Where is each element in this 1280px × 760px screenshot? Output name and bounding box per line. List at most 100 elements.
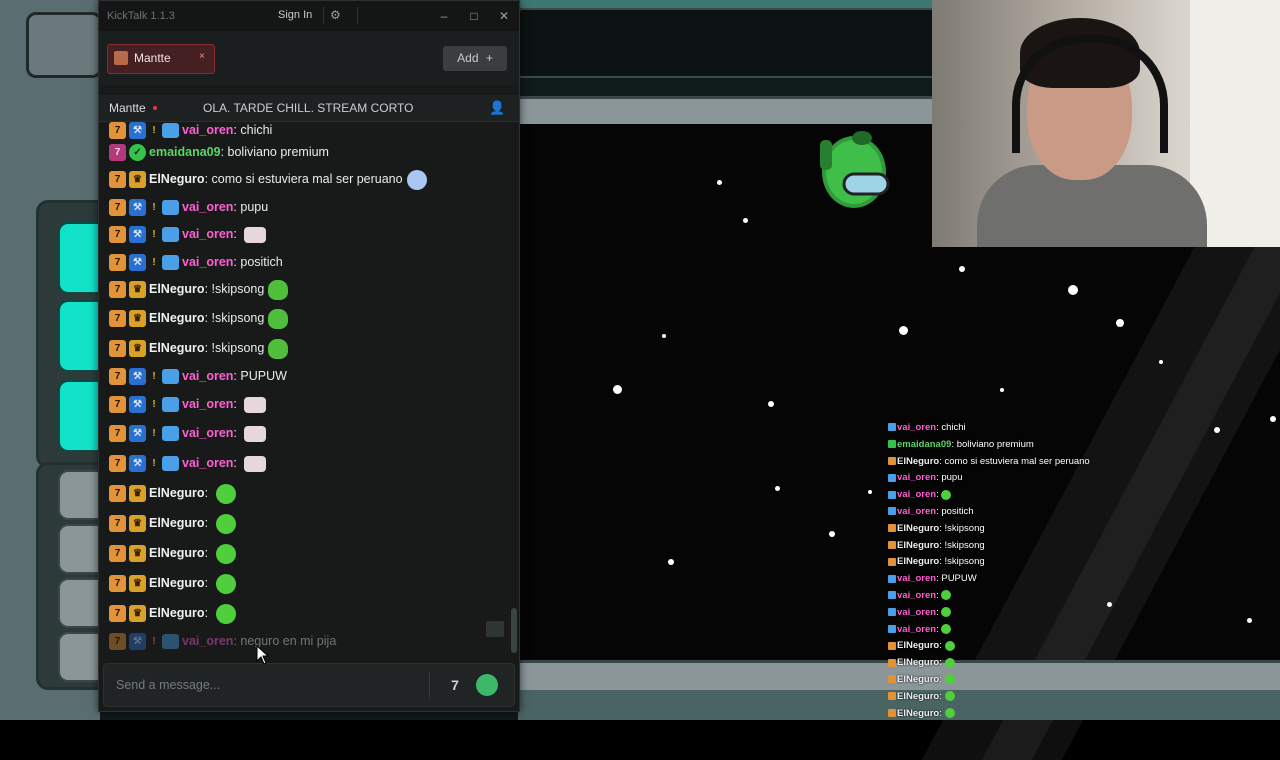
emote-icon[interactable] bbox=[215, 483, 236, 504]
emote-icon[interactable] bbox=[215, 513, 236, 534]
user-list-icon[interactable]: 👤 bbox=[489, 100, 505, 116]
channel-name[interactable]: Mantte bbox=[109, 101, 146, 115]
star bbox=[1068, 285, 1078, 295]
chat-message[interactable]: 7 ⚒! vai_oren: pupu bbox=[109, 197, 268, 217]
chat-username[interactable]: vai_oren bbox=[182, 634, 233, 648]
emote-picker-icon[interactable] bbox=[476, 674, 498, 696]
chat-username[interactable]: ElNeguro bbox=[149, 172, 205, 186]
chat-message[interactable]: 7 ♛ ElNeguro: como si estuviera mal ser pe… bbox=[109, 169, 427, 190]
chat-message[interactable]: 7 ♛ ElNeguro: !skipsong bbox=[109, 338, 289, 359]
chat-message[interactable]: 7 ⚒! vai_oren: chichi bbox=[109, 121, 272, 140]
chat-username[interactable]: ElNeguro bbox=[149, 486, 205, 500]
emote-icon[interactable] bbox=[268, 308, 289, 329]
overlay-badge-icon bbox=[888, 625, 896, 634]
divider bbox=[429, 672, 430, 698]
tab-mantte[interactable]: Mantte × bbox=[107, 44, 215, 74]
chat-username[interactable]: vai_oren bbox=[182, 227, 233, 241]
maximize-button[interactable]: □ bbox=[464, 7, 484, 25]
chat-username[interactable]: vai_oren bbox=[182, 123, 233, 137]
verified-badge-icon: ✓ bbox=[129, 144, 146, 162]
gear-icon[interactable]: ⚙ bbox=[330, 8, 341, 22]
overlay-badge-icon bbox=[888, 709, 896, 718]
overlay-chat-line: vai_oren: PUPUW bbox=[888, 571, 1188, 588]
chat-message[interactable]: 7 ⚒! vai_oren: neguro en mi pija bbox=[109, 631, 336, 651]
emote-icon[interactable] bbox=[268, 279, 289, 300]
chat-username[interactable]: ElNeguro bbox=[149, 311, 205, 325]
emote-icon[interactable] bbox=[244, 226, 267, 243]
emote-icon[interactable] bbox=[268, 338, 289, 359]
overlay-badge-icon bbox=[888, 457, 896, 466]
overlay-badge-icon bbox=[888, 423, 896, 432]
plus-icon: + bbox=[485, 51, 493, 65]
chat-message[interactable]: 7 ✓ emaidana09: boliviano premium bbox=[109, 142, 329, 162]
sub-badge-icon bbox=[162, 426, 179, 442]
overlay-badge-icon bbox=[888, 440, 896, 449]
sub-badge-icon: 7 bbox=[109, 144, 126, 162]
add-channel-button[interactable]: Add + bbox=[443, 46, 507, 71]
chat-username[interactable]: vai_oren bbox=[182, 397, 233, 411]
overlay-chat-line: ElNeguro: bbox=[888, 638, 1188, 655]
chat-username[interactable]: ElNeguro bbox=[149, 282, 205, 296]
chat-message[interactable]: 7 ♛ ElNeguro: bbox=[109, 483, 236, 504]
kick-badge-icon: 7 bbox=[109, 515, 126, 533]
overlay-chat-line: ElNeguro: !skipsong bbox=[888, 521, 1188, 538]
chat-message-list[interactable]: 7 ⚒! vai_oren: chichi 7 ✓ emaidana09: bolivia… bbox=[99, 121, 511, 655]
emote-icon[interactable] bbox=[244, 425, 267, 442]
chat-message[interactable]: 7 ♛ ElNeguro: bbox=[109, 603, 236, 624]
chat-message[interactable]: 7 ⚒! vai_oren: bbox=[109, 394, 267, 414]
title-bar[interactable]: KickTalk 1.1.3 Sign In ⚙ – □ ✕ bbox=[99, 1, 519, 31]
overlay-username: vai_oren bbox=[897, 505, 937, 517]
emote-icon[interactable] bbox=[244, 396, 267, 413]
emote-icon[interactable] bbox=[215, 573, 236, 594]
chat-message[interactable]: 7 ♛ ElNeguro: bbox=[109, 513, 236, 534]
chat-username[interactable]: vai_oren bbox=[182, 200, 233, 214]
kick-badge-icon: 7 bbox=[109, 310, 126, 328]
chat-message[interactable]: 7 ♛ ElNeguro: bbox=[109, 573, 236, 594]
chat-message[interactable]: 7 ⚒! vai_oren: bbox=[109, 423, 267, 443]
sign-in-button[interactable]: Sign In bbox=[278, 9, 312, 21]
chat-message[interactable]: 7 ♛ ElNeguro: !skipsong bbox=[109, 279, 289, 300]
message-input[interactable] bbox=[114, 674, 418, 696]
overlay-text: PUPUW bbox=[941, 573, 977, 585]
kick-emotes-icon[interactable]: 7 bbox=[444, 674, 466, 696]
separator: : bbox=[204, 546, 212, 560]
sub-badge-icon bbox=[162, 397, 179, 413]
chat-username[interactable]: ElNeguro bbox=[149, 606, 205, 620]
emote-icon[interactable] bbox=[215, 543, 236, 564]
sub-badge-icon bbox=[162, 634, 179, 650]
minimize-button[interactable]: – bbox=[434, 7, 454, 25]
chat-message[interactable]: 7 ⚒! vai_oren: PUPUW bbox=[109, 366, 287, 386]
kick-badge-icon: 7 bbox=[109, 545, 126, 563]
chat-username[interactable]: ElNeguro bbox=[149, 516, 205, 530]
chat-username[interactable]: ElNeguro bbox=[149, 341, 205, 355]
chat-username[interactable]: vai_oren bbox=[182, 426, 233, 440]
separator: : bbox=[939, 690, 945, 702]
chat-username[interactable]: vai_oren bbox=[182, 369, 233, 383]
chat-username[interactable]: emaidana09 bbox=[149, 145, 221, 159]
chat-username[interactable]: vai_oren bbox=[182, 255, 233, 269]
close-tab-icon[interactable]: × bbox=[196, 51, 208, 63]
chat-message[interactable]: 7 ⚒! vai_oren: bbox=[109, 453, 267, 473]
chat-message[interactable]: 7 ⚒! vai_oren: bbox=[109, 224, 267, 244]
chat-message[interactable]: 7 ♛ ElNeguro: !skipsong bbox=[109, 308, 289, 329]
overlay-text: boliviano premium bbox=[956, 438, 1034, 450]
emote-icon[interactable] bbox=[215, 603, 236, 624]
emote-icon[interactable] bbox=[406, 169, 427, 190]
chat-username[interactable]: ElNeguro bbox=[149, 546, 205, 560]
overlay-badge-icon bbox=[888, 574, 896, 583]
moderator-badge-icon: ⚒ bbox=[129, 122, 146, 140]
chat-message[interactable]: 7 ♛ ElNeguro: bbox=[109, 543, 236, 564]
sword-badge-icon: ! bbox=[152, 428, 156, 440]
separator: : bbox=[204, 311, 212, 325]
separator: : bbox=[939, 707, 945, 719]
chat-username[interactable]: ElNeguro bbox=[149, 576, 205, 590]
emote-icon[interactable] bbox=[244, 455, 267, 472]
chat-scrollbar[interactable] bbox=[511, 608, 517, 653]
chat-message[interactable]: 7 ⚒! vai_oren: positich bbox=[109, 252, 283, 272]
close-button[interactable]: ✕ bbox=[494, 7, 514, 25]
chat-username[interactable]: vai_oren bbox=[182, 456, 233, 470]
moderator-badge-icon: ⚒ bbox=[129, 425, 146, 443]
pin-icon[interactable] bbox=[486, 621, 504, 637]
star bbox=[668, 559, 674, 565]
crown-icon: ♛ bbox=[129, 485, 146, 503]
